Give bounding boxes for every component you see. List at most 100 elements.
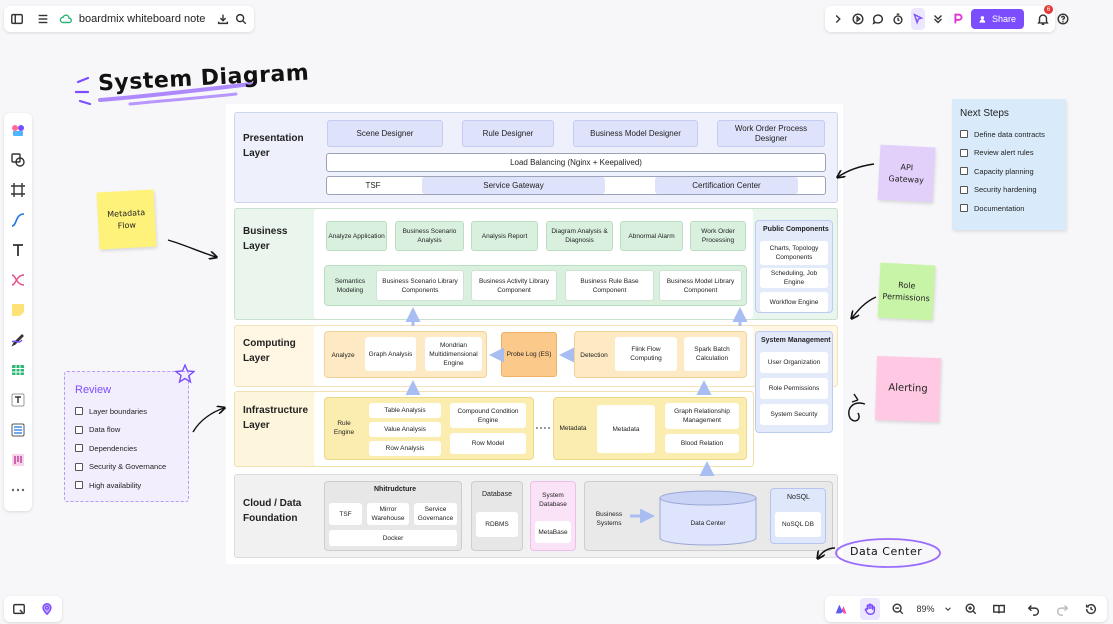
chevron-double-down-icon[interactable] [931, 8, 945, 30]
rdbms-box[interactable]: RDBMS [476, 512, 518, 537]
notification-bell-icon[interactable]: 6 [1036, 5, 1054, 30]
ai-assistant-icon[interactable] [951, 8, 965, 30]
alerting-note[interactable]: Alerting [874, 355, 942, 423]
hand-tool-icon[interactable] [859, 598, 880, 620]
scheduling-job-engine-box[interactable]: Scheduling, Job Engine [760, 268, 828, 288]
book-icon[interactable] [989, 598, 1010, 620]
docker-box[interactable]: Docker [329, 530, 457, 546]
row-analysis-box[interactable]: Row Analysis [369, 441, 441, 456]
metadata-flow-note[interactable]: Metadata Flow [96, 189, 157, 250]
search-icon[interactable] [234, 8, 248, 30]
redo-icon[interactable] [1052, 598, 1073, 620]
presentation-tsf-box[interactable]: TSF [328, 178, 418, 193]
user-organization-box[interactable]: User Organization [760, 352, 828, 373]
zoom-out-icon[interactable] [888, 598, 909, 620]
charts-topology-box[interactable]: Charts, Topology Components [760, 241, 828, 265]
templates-icon[interactable] [8, 119, 28, 141]
checkbox[interactable] [75, 462, 83, 471]
mondrian-engine-box[interactable]: Mondrian Multidimensional Engine [425, 337, 482, 371]
shapes-icon[interactable] [8, 149, 28, 171]
business-model-library-box[interactable]: Business Model Library Component [659, 270, 742, 301]
history-icon[interactable] [1081, 598, 1102, 620]
chevron-right-icon[interactable] [831, 8, 845, 30]
nosql-db-box[interactable]: NoSQL DB [775, 512, 821, 537]
semantics-modeling-box[interactable]: Semantics Modeling [328, 271, 372, 301]
review-item[interactable]: Dependencies [75, 439, 178, 458]
diagram-analysis-box[interactable]: Diagram Analysis & Diagnosis [546, 221, 613, 251]
text-box-icon[interactable] [8, 389, 28, 411]
role-permissions-note[interactable]: Role Permissions [877, 262, 936, 321]
role-permissions-box[interactable]: Role Permissions [760, 378, 828, 399]
comment-icon[interactable] [871, 8, 885, 30]
blood-relation-box[interactable]: Blood Relation [665, 434, 739, 453]
business-model-designer-box[interactable]: Business Model Designer [573, 120, 698, 147]
zoom-dropdown-chevron-icon[interactable] [943, 598, 953, 620]
timer-icon[interactable] [891, 8, 905, 30]
sidebar-toggle-icon[interactable] [10, 8, 24, 30]
probe-log-box[interactable]: Probe Log (ES) [501, 332, 557, 377]
checkbox[interactable] [75, 481, 83, 490]
pen-icon[interactable] [8, 329, 28, 351]
present-icon[interactable] [851, 8, 865, 30]
cloud-tsf-box[interactable]: TSF [329, 503, 362, 525]
business-scenario-library-box[interactable]: Business Scenario Library Components [376, 270, 464, 301]
flink-box[interactable]: Flink Flow Computing [615, 337, 677, 371]
table-analysis-box[interactable]: Table Analysis [369, 403, 441, 418]
workflow-engine-box[interactable]: Workflow Engine [760, 292, 828, 312]
checkbox[interactable] [960, 167, 968, 176]
zoom-level[interactable]: 89% [917, 604, 935, 614]
spark-box[interactable]: Spark Batch Calculation [684, 337, 740, 371]
scene-designer-box[interactable]: Scene Designer [327, 120, 443, 147]
review-item[interactable]: Layer boundaries [75, 402, 178, 421]
work-order-designer-box[interactable]: Work Order Process Designer [717, 120, 825, 147]
api-gateway-note[interactable]: API Gateway [877, 144, 936, 203]
next-steps-card[interactable]: Next Steps Define data contracts Review a… [952, 99, 1066, 230]
sticky-note-icon[interactable] [8, 299, 28, 321]
certification-center-box[interactable]: Certification Center [655, 177, 798, 194]
menu-icon[interactable] [36, 8, 50, 30]
location-pin-icon[interactable] [38, 598, 56, 620]
checkbox[interactable] [75, 444, 83, 453]
review-item[interactable]: Data flow [75, 421, 178, 440]
next-steps-item[interactable]: Review alert rules [960, 144, 1058, 163]
work-order-processing-box[interactable]: Work Order Processing [690, 221, 746, 251]
service-gateway-box[interactable]: Service Gateway [422, 177, 605, 194]
checkbox[interactable] [960, 185, 968, 194]
abnormal-alarm-box[interactable]: Abnormal Alarm [620, 221, 683, 251]
rule-designer-box[interactable]: Rule Designer [462, 120, 554, 147]
help-icon[interactable] [1056, 8, 1070, 30]
load-balancing-box[interactable]: Load Balancing (Nginx + Keepalived) [326, 153, 826, 172]
next-steps-item[interactable]: Capacity planning [960, 162, 1058, 181]
business-rule-base-box[interactable]: Business Rule Base Component [565, 270, 654, 301]
frame-icon[interactable] [8, 179, 28, 201]
metabase-box[interactable]: MetaBase [535, 521, 571, 543]
compound-condition-box[interactable]: Compound Condition Engine [450, 403, 526, 428]
connector-icon[interactable] [8, 209, 28, 231]
checkbox[interactable] [960, 148, 968, 157]
data-center-tag[interactable]: Data Center [850, 545, 922, 558]
graph-relationship-box[interactable]: Graph Relationship Management [665, 403, 739, 429]
undo-icon[interactable] [1024, 598, 1045, 620]
checkbox[interactable] [75, 407, 83, 416]
zoom-in-icon[interactable] [961, 598, 982, 620]
text-tool-icon[interactable] [8, 239, 28, 261]
mirror-warehouse-box[interactable]: Mirror Warehouse [367, 503, 409, 525]
kanban-icon[interactable] [8, 449, 28, 471]
service-governance-box[interactable]: Service Governance [414, 503, 457, 525]
metadata-box[interactable]: Metadata [597, 405, 655, 453]
checkbox[interactable] [960, 130, 968, 139]
review-item[interactable]: High availability [75, 476, 178, 495]
table-icon[interactable] [8, 359, 28, 381]
analysis-report-box[interactable]: Analysis Report [471, 221, 538, 251]
ai-logo-icon[interactable] [831, 598, 852, 620]
analyze-application-box[interactable]: Analyze Application [326, 221, 387, 251]
row-model-box[interactable]: Row Model [450, 433, 526, 454]
business-activity-library-box[interactable]: Business Activity Library Component [471, 270, 557, 301]
laser-pointer-icon[interactable] [911, 8, 925, 30]
review-item[interactable]: Security & Governance [75, 458, 178, 477]
mindmap-icon[interactable] [8, 269, 28, 291]
minimap-icon[interactable] [10, 598, 28, 620]
graph-analysis-box[interactable]: Graph Analysis [365, 337, 416, 371]
checkbox[interactable] [960, 204, 968, 213]
share-button[interactable]: Share [971, 9, 1025, 29]
